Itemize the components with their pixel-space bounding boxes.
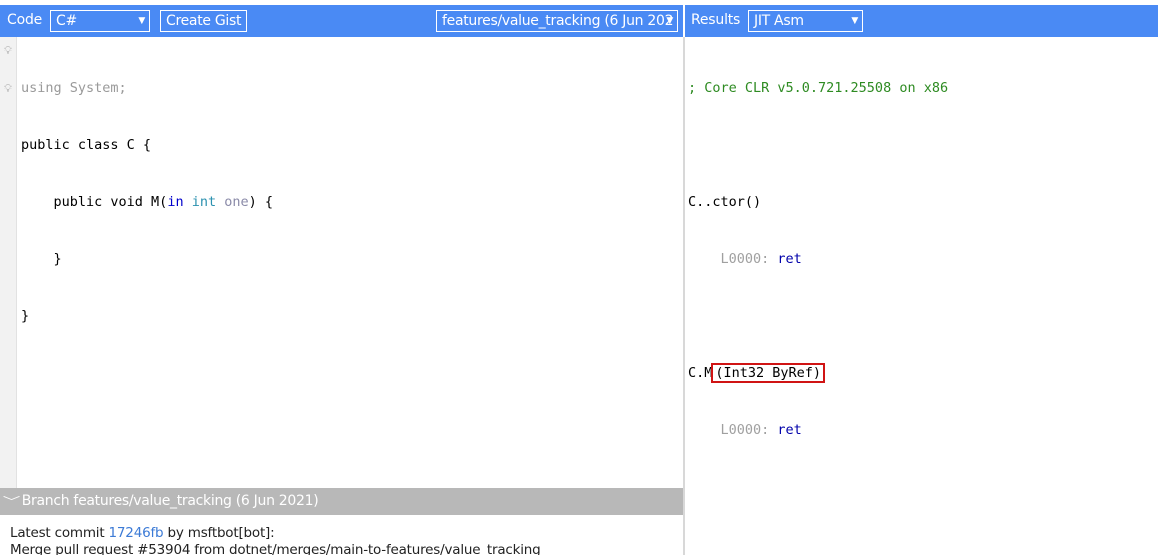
commit-hash-link[interactable]: 17246fb — [109, 525, 164, 541]
branch-info-toggle[interactable]: ﹀ Branch features/value_tracking (6 Jun 2… — [0, 488, 683, 515]
code-token: int — [191, 194, 217, 210]
code-line: } — [21, 308, 30, 324]
chevron-down-icon: ▼ — [138, 16, 145, 26]
commit-prefix: Latest commit — [10, 525, 109, 541]
code-token: in — [167, 194, 184, 210]
results-header-bar: Results JIT Asm ▼ — [685, 5, 1158, 37]
commit-author: by msftbot[bot]: — [163, 525, 275, 541]
asm-line: L0000: ret — [688, 250, 948, 269]
language-select[interactable]: C# ▼ — [50, 10, 150, 32]
commit-info: Latest commit 17246fb by msftbot[bot]: M… — [10, 525, 541, 555]
results-output: ; Core CLR v5.0.721.25508 on x86 C..ctor… — [688, 41, 948, 459]
commit-line: Latest commit 17246fb by msftbot[bot]: — [10, 525, 541, 542]
asm-blank — [688, 136, 948, 155]
code-token: using — [21, 80, 62, 96]
commit-message: Merge pull request #53904 from dotnet/me… — [10, 542, 541, 555]
code-token: public void M( — [21, 194, 168, 210]
lightbulb-icon[interactable]: 💡︎ — [3, 45, 13, 57]
chevron-down-icon: ﹀ — [2, 495, 21, 508]
code-token: System; — [61, 80, 127, 96]
results-label: Results — [691, 12, 741, 28]
asm-label: L0000: — [688, 251, 778, 267]
asm-blank — [688, 307, 948, 326]
code-line: using System; — [21, 79, 273, 98]
code-line: } — [21, 251, 62, 267]
code-header-bar: Code C# ▼ Create Gist features/value_tra… — [0, 5, 683, 37]
branch-title: Branch features/value_tracking (6 Jun 20… — [21, 493, 319, 509]
branch-select[interactable]: features/value_tracking (6 Jun 202 ▼ — [436, 10, 678, 32]
pane-splitter[interactable] — [683, 37, 685, 555]
asm-instruction: ret — [777, 251, 802, 267]
highlighted-signature: (Int32 ByRef) — [711, 363, 826, 383]
create-gist-button[interactable]: Create Gist — [160, 10, 248, 32]
language-value: C# — [56, 13, 77, 29]
code-editor[interactable]: using System; public class C { public vo… — [21, 41, 273, 345]
asm-method-prefix: C.M — [688, 365, 713, 381]
output-type-select[interactable]: JIT Asm ▼ — [748, 10, 863, 32]
output-type-value: JIT Asm — [754, 13, 804, 29]
code-token: ) { — [248, 194, 274, 210]
code-label: Code — [7, 12, 43, 28]
asm-ctor-name: C..ctor() — [688, 194, 762, 210]
code-line: public void M(in int one) { — [21, 193, 274, 212]
editor-gutter: 💡︎ 💡︎ — [0, 37, 17, 488]
chevron-down-icon: ▼ — [666, 16, 673, 26]
code-line: public class C { — [21, 137, 152, 153]
asm-method-name: C.M (Int32 ByRef) — [688, 363, 948, 383]
asm-instruction: ret — [777, 422, 802, 438]
asm-line: L0000: ret — [688, 421, 948, 440]
branch-select-value: features/value_tracking (6 Jun 202 — [442, 13, 674, 29]
asm-label: L0000: — [688, 422, 778, 438]
chevron-down-icon: ▼ — [851, 16, 858, 26]
code-token: one — [216, 194, 249, 210]
asm-header-comment: ; Core CLR v5.0.721.25508 on x86 — [688, 80, 949, 96]
lightbulb-icon[interactable]: 💡︎ — [3, 83, 13, 95]
